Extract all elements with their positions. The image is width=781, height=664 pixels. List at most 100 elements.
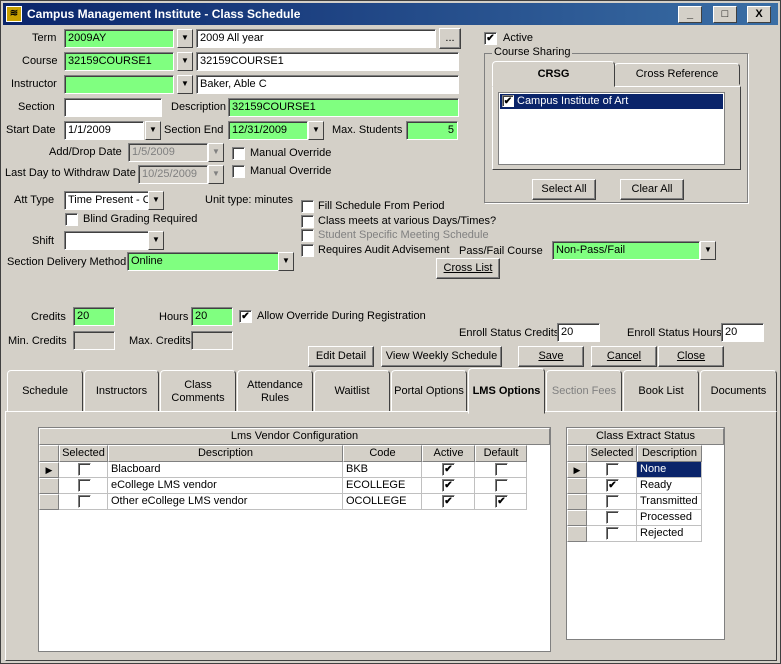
hours-label: Hours bbox=[159, 311, 189, 323]
extract-row-description: Ready bbox=[637, 478, 702, 494]
list-item[interactable]: ✔ Campus Institute of Art bbox=[500, 94, 723, 109]
table-row[interactable]: ▶ None bbox=[567, 462, 724, 478]
save-button[interactable]: Save bbox=[518, 346, 584, 367]
active-checkbox[interactable]: ✔ bbox=[484, 32, 497, 45]
term-description-field[interactable]: 2009 All year bbox=[196, 29, 436, 48]
start-date-label: Start Date bbox=[6, 124, 56, 136]
instructor-code-field[interactable] bbox=[64, 75, 174, 94]
table-row[interactable]: Transmitted bbox=[567, 494, 724, 510]
term-label: Term bbox=[32, 32, 57, 44]
extract-row-selected-checkbox[interactable] bbox=[606, 511, 619, 524]
minimize-button[interactable]: _ bbox=[678, 6, 702, 23]
lms-row-selected-checkbox[interactable] bbox=[78, 495, 91, 508]
att-type-dropdown-button[interactable]: ▼ bbox=[148, 191, 164, 210]
start-date-field[interactable]: 1/1/2009 bbox=[64, 121, 144, 140]
course-description-field[interactable]: 32159COURSE1 bbox=[196, 52, 459, 71]
course-dropdown-button[interactable]: ▼ bbox=[177, 52, 193, 71]
edit-detail-button[interactable]: Edit Detail bbox=[308, 346, 374, 367]
max-students-field[interactable]: 5 bbox=[406, 121, 458, 140]
pass-fail-field[interactable]: Non-Pass/Fail bbox=[552, 241, 700, 260]
sharing-item-checkbox[interactable]: ✔ bbox=[502, 95, 514, 107]
current-row-arrow-icon: ▶ bbox=[39, 462, 59, 478]
manual-override-1-label: Manual Override bbox=[250, 147, 332, 159]
instructor-dropdown-button[interactable]: ▼ bbox=[177, 75, 193, 94]
allow-override-checkbox[interactable]: ✔ bbox=[239, 310, 252, 323]
credits-field[interactable]: 20 bbox=[73, 307, 115, 326]
table-row[interactable]: ✔ Ready bbox=[567, 478, 724, 494]
select-all-button[interactable]: Select All bbox=[532, 179, 596, 200]
tab-attendance-rules[interactable]: Attendance Rules bbox=[237, 370, 313, 413]
last-day-label: Last Day to Withdraw Date bbox=[5, 167, 136, 179]
manual-override-2-checkbox[interactable] bbox=[232, 165, 245, 178]
sharing-list[interactable]: ✔ Campus Institute of Art bbox=[498, 92, 725, 165]
start-date-picker-button[interactable]: ▼ bbox=[145, 121, 161, 140]
enroll-hours-field[interactable]: 20 bbox=[721, 323, 764, 342]
table-row[interactable]: Other eCollege LMS vendor OCOLLEGE ✔ ✔ bbox=[39, 494, 550, 510]
blind-grading-checkbox[interactable] bbox=[65, 213, 78, 226]
extract-row-selected-checkbox[interactable] bbox=[606, 463, 619, 476]
lms-row-active-checkbox[interactable]: ✔ bbox=[442, 463, 455, 476]
delivery-method-dropdown-button[interactable]: ▼ bbox=[278, 252, 294, 271]
enroll-credits-field[interactable]: 20 bbox=[557, 323, 600, 342]
view-weekly-schedule-button[interactable]: View Weekly Schedule bbox=[381, 346, 502, 367]
table-row[interactable]: Rejected bbox=[567, 526, 724, 542]
shift-label: Shift bbox=[32, 235, 55, 247]
add-drop-picker-button: ▼ bbox=[208, 143, 224, 162]
section-field[interactable] bbox=[64, 98, 162, 117]
tab-cross-reference[interactable]: Cross Reference bbox=[614, 63, 740, 85]
maximize-button[interactable]: □ bbox=[713, 6, 737, 23]
lms-row-active-checkbox[interactable]: ✔ bbox=[442, 479, 455, 492]
section-end-picker-button[interactable]: ▼ bbox=[308, 121, 324, 140]
extract-row-selected-checkbox[interactable] bbox=[606, 527, 619, 540]
fill-schedule-checkbox[interactable] bbox=[301, 200, 314, 213]
cancel-button[interactable]: Cancel bbox=[591, 346, 657, 367]
specific-meeting-label: Student Specific Meeting Schedule bbox=[318, 229, 489, 241]
extract-row-selected-checkbox[interactable]: ✔ bbox=[606, 479, 619, 492]
close-button[interactable]: Close bbox=[658, 346, 724, 367]
tab-lms-options[interactable]: LMS Options bbox=[468, 368, 545, 414]
course-code-field[interactable]: 32159COURSE1 bbox=[64, 52, 174, 71]
pass-fail-dropdown-button[interactable]: ▼ bbox=[700, 241, 716, 260]
description-field[interactable]: 32159COURSE1 bbox=[228, 98, 459, 117]
tab-class-comments[interactable]: Class Comments bbox=[160, 370, 236, 413]
lms-row-code: OCOLLEGE bbox=[343, 494, 422, 510]
shift-dropdown-button[interactable]: ▼ bbox=[148, 231, 164, 250]
lms-row-default-checkbox[interactable]: ✔ bbox=[495, 495, 508, 508]
lms-row-selected-checkbox[interactable] bbox=[78, 463, 91, 476]
tab-waitlist[interactable]: Waitlist bbox=[314, 370, 390, 413]
term-browse-button[interactable]: ... bbox=[439, 28, 461, 49]
various-days-checkbox[interactable] bbox=[301, 215, 314, 228]
tab-schedule[interactable]: Schedule bbox=[7, 370, 83, 413]
row-header bbox=[567, 510, 587, 526]
close-window-button[interactable]: X bbox=[747, 6, 771, 23]
term-code-field[interactable]: 2009AY bbox=[64, 29, 174, 48]
term-dropdown-button[interactable]: ▼ bbox=[177, 29, 193, 48]
lms-row-selected-checkbox[interactable] bbox=[78, 479, 91, 492]
lms-row-active-checkbox[interactable]: ✔ bbox=[442, 495, 455, 508]
tab-book-list[interactable]: Book List bbox=[623, 370, 699, 413]
instructor-name-field[interactable]: Baker, Able C bbox=[196, 75, 459, 94]
current-row-arrow-icon: ▶ bbox=[567, 462, 587, 478]
shift-field[interactable] bbox=[64, 231, 149, 250]
clear-all-button[interactable]: Clear All bbox=[620, 179, 684, 200]
extract-row-selected-checkbox[interactable] bbox=[606, 495, 619, 508]
add-drop-date-field: 1/5/2009 bbox=[128, 143, 208, 162]
table-row[interactable]: eCollege LMS vendor ECOLLEGE ✔ bbox=[39, 478, 550, 494]
section-end-field[interactable]: 12/31/2009 bbox=[228, 121, 308, 140]
min-credits-label: Min. Credits bbox=[8, 335, 67, 347]
manual-override-1-checkbox[interactable] bbox=[232, 147, 245, 160]
tab-instructors[interactable]: Instructors bbox=[84, 370, 159, 413]
tab-crsg[interactable]: CRSG bbox=[492, 61, 615, 87]
att-type-field[interactable]: Time Present - Or bbox=[64, 191, 149, 210]
table-row[interactable]: ▶ Blacboard BKB ✔ bbox=[39, 462, 550, 478]
tab-documents[interactable]: Documents bbox=[700, 370, 777, 413]
hours-field[interactable]: 20 bbox=[191, 307, 233, 326]
lms-row-default-checkbox[interactable] bbox=[495, 463, 508, 476]
lms-row-default-checkbox[interactable] bbox=[495, 479, 508, 492]
tab-portal-options[interactable]: Portal Options bbox=[391, 370, 467, 413]
requires-audit-checkbox[interactable] bbox=[301, 244, 314, 257]
requires-audit-label: Requires Audit Advisement bbox=[318, 244, 450, 256]
cross-list-button[interactable]: Cross List bbox=[436, 258, 500, 279]
table-row[interactable]: Processed bbox=[567, 510, 724, 526]
delivery-method-field[interactable]: Online bbox=[127, 252, 279, 271]
